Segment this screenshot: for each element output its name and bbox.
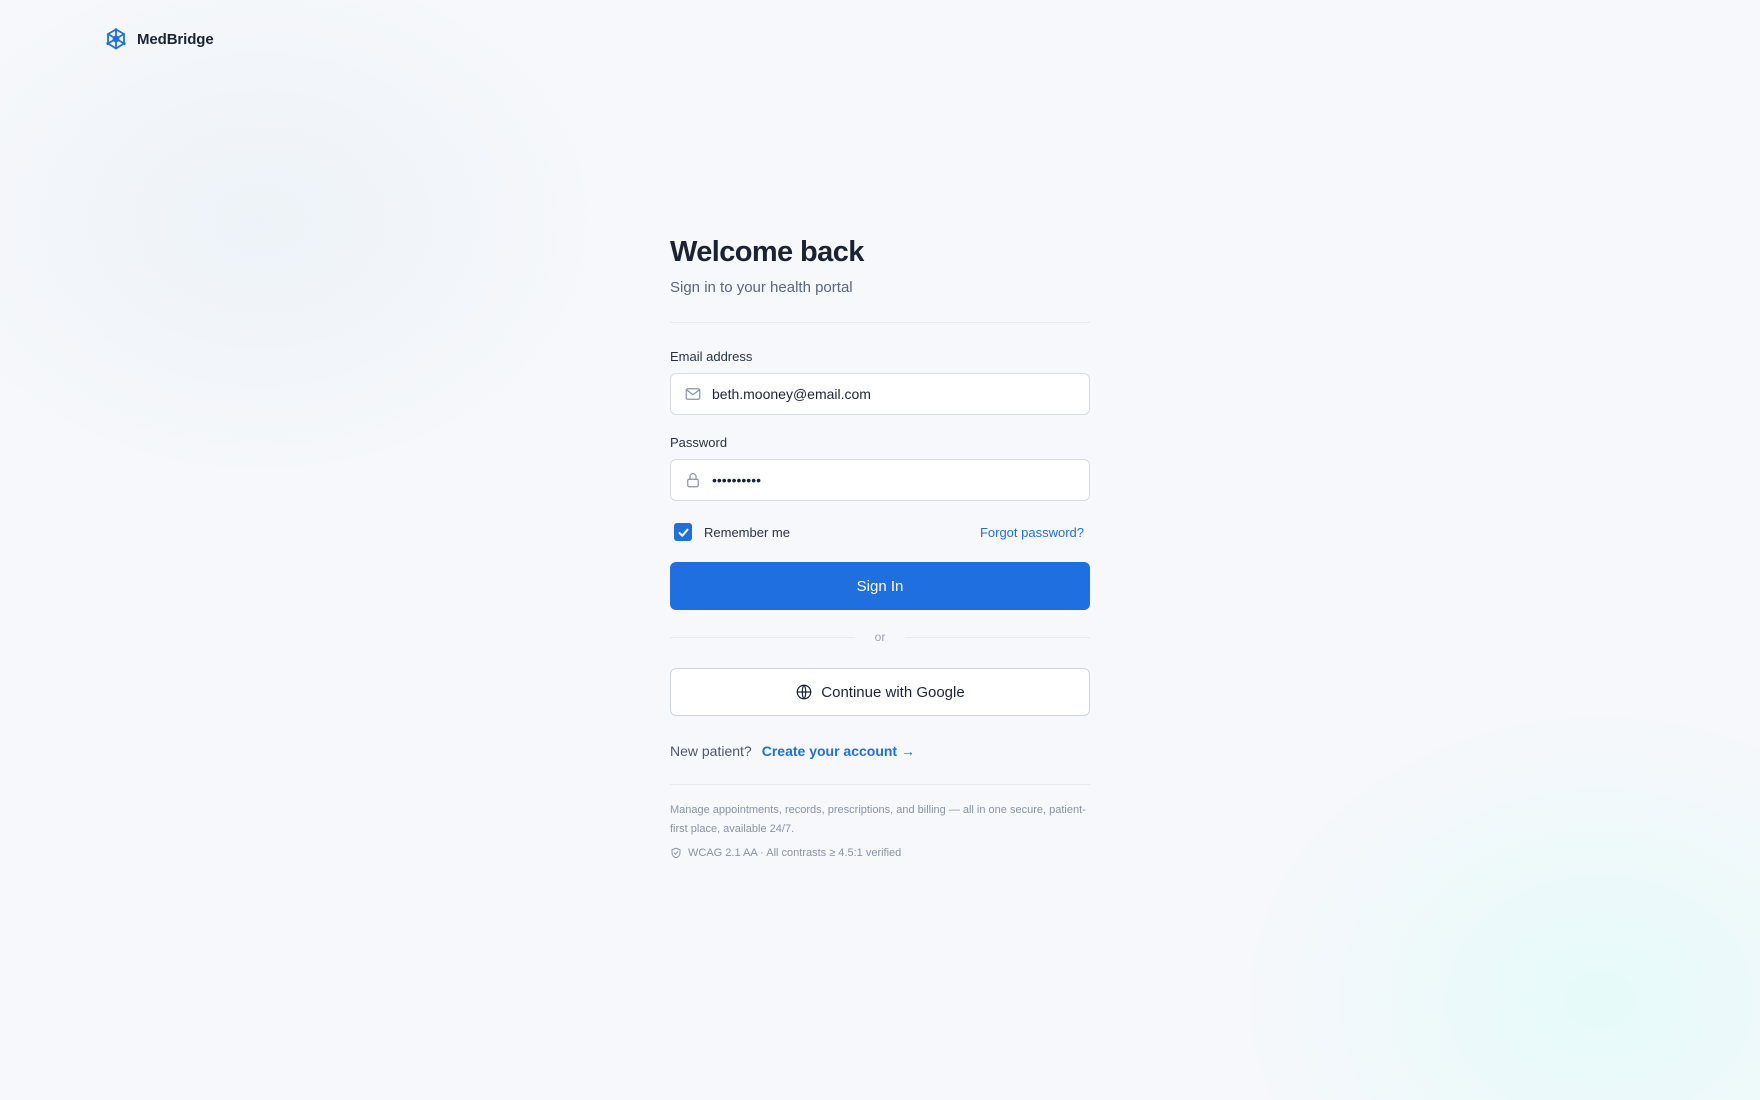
- medbridge-logo-icon: [106, 28, 126, 50]
- lock-icon: [687, 473, 699, 488]
- new-patient-text: New patient?: [670, 743, 752, 759]
- new-patient-row: New patient? Create your account →: [670, 742, 1090, 760]
- brand[interactable]: MedBridge: [104, 27, 214, 51]
- login-options: Remember me Forgot password?: [670, 521, 1090, 543]
- mail-icon: [685, 388, 701, 400]
- shield-icon: [671, 847, 681, 859]
- continue-with-google-button[interactable]: Continue with Google: [670, 668, 1090, 716]
- checkmark-icon: [677, 528, 689, 537]
- brand-name: MedBridge: [137, 30, 214, 48]
- create-account-link[interactable]: Create your account →: [762, 742, 915, 760]
- portal-description: Manage appointments, records, prescripti…: [670, 804, 1086, 835]
- email-input[interactable]: [712, 386, 1089, 402]
- forgot-password-link[interactable]: Forgot password?: [980, 525, 1084, 540]
- wcag-note: WCAG 2.1 AA · All contrasts ≥ 4.5:1 veri…: [670, 847, 1090, 859]
- password-label: Password: [670, 435, 728, 450]
- login-card: Welcome back Sign in to your health port…: [670, 232, 1091, 859]
- password-input[interactable]: [712, 472, 1089, 488]
- google-button-label: Continue with Google: [821, 683, 965, 701]
- or-separator: or: [670, 630, 1091, 644]
- remember-me[interactable]: Remember me: [670, 523, 790, 541]
- footer-divider: [670, 784, 1090, 785]
- separator-line-left: [670, 636, 855, 638]
- password-field[interactable]: [670, 459, 1090, 501]
- remember-me-label: Remember me: [704, 524, 790, 540]
- header-divider: [670, 322, 1090, 323]
- page-title: Welcome back: [670, 236, 864, 268]
- email-label: Email address: [670, 349, 753, 364]
- wcag-text: WCAG 2.1 AA · All contrasts ≥ 4.5:1 veri…: [688, 847, 902, 859]
- page-subtitle: Sign in to your health portal: [670, 279, 853, 296]
- remember-me-checkbox[interactable]: [674, 523, 692, 541]
- email-field[interactable]: [670, 373, 1090, 415]
- separator-line-right: [905, 636, 1091, 638]
- globe-icon: [796, 684, 812, 700]
- sign-in-button[interactable]: Sign In: [670, 562, 1090, 610]
- or-label: or: [874, 630, 886, 644]
